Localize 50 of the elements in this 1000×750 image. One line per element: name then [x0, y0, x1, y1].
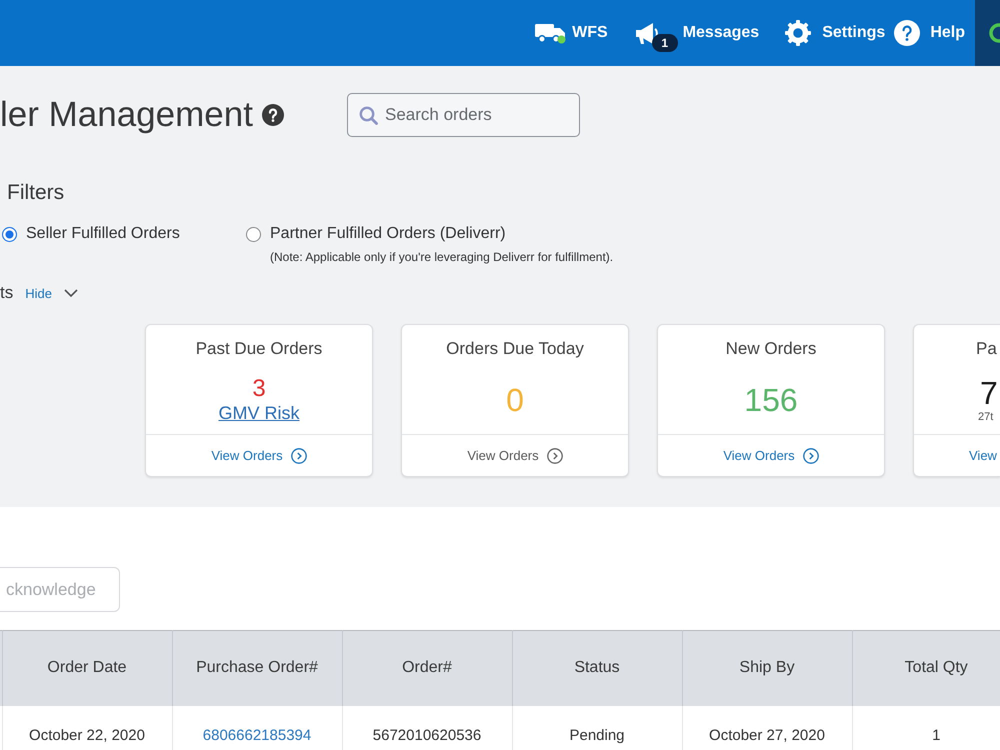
order-count: 0: [506, 382, 524, 418]
help-link[interactable]: Help: [894, 20, 965, 46]
chevron-right-circle-icon: [546, 448, 563, 464]
help-icon: [894, 20, 920, 46]
ring-icon: [988, 23, 1000, 43]
option-label[interactable]: Partner Fulfilled Orders (Deliverr): [270, 224, 506, 244]
count-badge: 1: [652, 34, 678, 52]
order-count: 3: [252, 376, 266, 402]
help-icon: [262, 104, 284, 126]
table-cell: October 22, 2020: [2, 706, 172, 750]
chevron-right-circle-icon: [290, 448, 307, 464]
view-orders-link[interactable]: View Orders: [211, 448, 307, 464]
truck-icon: [535, 22, 566, 44]
radio-button[interactable]: [246, 226, 261, 242]
settings-link[interactable]: Settings: [784, 19, 886, 47]
wfs-link[interactable]: WFS: [535, 22, 608, 44]
view-orders-link[interactable]: View: [969, 448, 997, 463]
view-orders-link[interactable]: View Orders: [723, 448, 819, 464]
column-header: Order Date: [2, 630, 172, 706]
table-cell: October 27, 2020: [682, 706, 852, 750]
card-title: New Orders: [726, 338, 816, 360]
column-header: Order#: [342, 630, 512, 706]
note-text: (Note: Applicable only if you're leveraging Deliverr for fulfillment).: [270, 249, 614, 265]
card-title: Orders Due Today: [446, 338, 584, 360]
table-cell: Pending: [512, 706, 682, 750]
table-cell: 5672010620536: [342, 706, 512, 750]
order-link[interactable]: 6806662185394: [202, 726, 312, 744]
page-title: ler Management: [0, 95, 253, 135]
column-header: Total Qty: [852, 630, 1000, 706]
search-icon: [359, 106, 378, 125]
radio-button[interactable]: [2, 226, 17, 242]
column-header: Ship By: [682, 630, 852, 706]
gmv-risk-link[interactable]: GMV Risk: [218, 402, 300, 424]
search-field[interactable]: Search orders: [347, 93, 580, 137]
settings-icon: [784, 19, 812, 47]
card-title: Past Due Orders: [196, 338, 322, 360]
card-subtext: 27t: [978, 411, 994, 424]
order-count: 7: [980, 375, 998, 411]
hide-toggle[interactable]: Hide: [25, 286, 78, 300]
table-cell: 1: [852, 706, 1000, 750]
chevron-down-icon: [64, 289, 78, 297]
column-header: Purchase Order#: [172, 630, 342, 706]
section-title: ts: [0, 282, 14, 304]
option-label[interactable]: Seller Fulfilled Orders: [26, 224, 180, 244]
chevron-right-circle-icon: [802, 448, 819, 464]
section-title: Filters: [7, 180, 64, 206]
card-title: Pa: [976, 338, 997, 360]
column-header: Status: [512, 630, 682, 706]
order-count: 156: [744, 382, 798, 418]
megaphone-icon: [634, 20, 660, 46]
